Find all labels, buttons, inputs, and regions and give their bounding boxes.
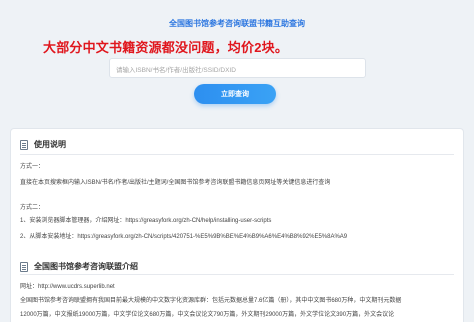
step2-label: 2、从脚本安装地址： xyxy=(20,234,78,240)
intro-heading-text: 全国图书馆参考咨询联盟介绍 xyxy=(34,262,138,271)
intro-heading: 全国图书馆参考咨询联盟介绍 xyxy=(20,261,138,272)
usage-heading-text: 使用说明 xyxy=(34,140,66,149)
document-icon xyxy=(20,261,28,272)
search-input[interactable] xyxy=(110,61,365,80)
divider xyxy=(20,274,454,275)
intro-line-2: 12000万篇，中文报纸19000万篇，中文学位论文680万篇，中文会议论文79… xyxy=(20,312,395,318)
method2-title: 方式二： xyxy=(20,205,45,211)
intro-site: 网址：http://www.ucdrs.superlib.net xyxy=(20,281,115,290)
method2-step1: 1、安装浏览器脚本管理器，介绍网址：https://greasyfork.org… xyxy=(20,215,271,224)
site-label: 网址： xyxy=(20,284,39,290)
step2-link[interactable]: https://greasyfork.org/zh-CN/scripts/420… xyxy=(77,234,347,240)
info-card: 使用说明 方式一： 直接在本页搜索框内输入ISBN/书名/作者/出版社/主题词/… xyxy=(10,128,464,322)
divider xyxy=(20,154,454,155)
search-button[interactable]: 立即查询 xyxy=(194,84,276,104)
search-box[interactable] xyxy=(109,58,366,80)
site-link[interactable]: http://www.ucdrs.superlib.net xyxy=(38,284,115,290)
method1-title: 方式一： xyxy=(20,164,45,170)
search-header-area: 全国图书馆参考咨询联盟书籍互助查询 大部分中文书籍资源都没问题，均价2块。 立即… xyxy=(0,0,474,126)
usage-heading: 使用说明 xyxy=(20,139,66,150)
intro-line-1: 全国图书馆参考咨询联盟拥有我国目前最大规模的中文数字化资源库群：包括元数据总量7… xyxy=(20,298,402,304)
method2-step2: 2、从脚本安装地址：https://greasyfork.org/zh-CN/s… xyxy=(20,231,347,240)
document-icon xyxy=(20,139,28,150)
promo-banner-text: 大部分中文书籍资源都没问题，均价2块。 xyxy=(43,40,289,55)
page-title: 全国图书馆参考咨询联盟书籍互助查询 xyxy=(169,19,305,28)
method1-text: 直接在本页搜索框内输入ISBN/书名/作者/出版社/主题词/全国图书馆参考咨询联… xyxy=(20,180,331,186)
step1-link[interactable]: https://greasyfork.org/zh-CN/help/instal… xyxy=(125,218,271,224)
step1-label: 1、安装浏览器脚本管理器，介绍网址： xyxy=(20,218,126,224)
